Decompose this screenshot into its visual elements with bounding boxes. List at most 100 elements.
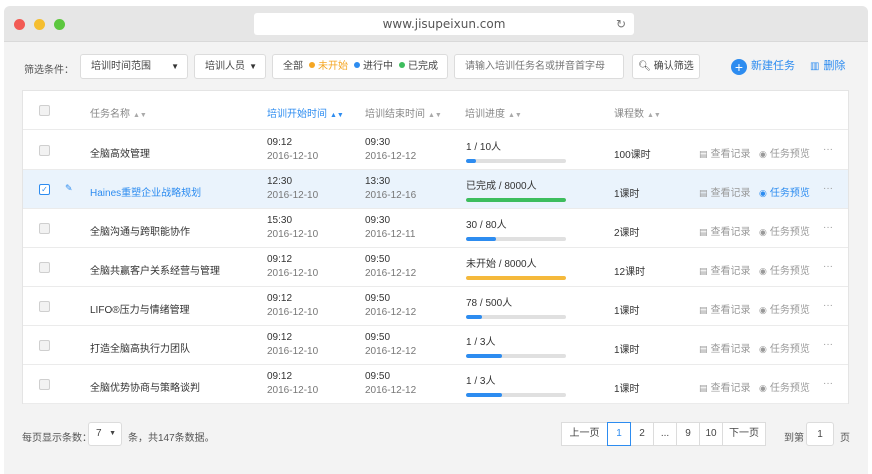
header-task-name[interactable]: 任务名称 ▲▼ [90, 105, 147, 120]
table-row[interactable]: 打造全脑高执行力团队 09:12 2016-12-10 09:50 2016-12-12… [23, 326, 848, 365]
view-records-label: 查看记录 [710, 344, 751, 355]
table-row[interactable]: 全脑共赢客户关系经营与管理 09:12 2016-12-10 09:50 2016-12… [23, 248, 848, 287]
task-preview-link[interactable]: ◉ 任务预览 [759, 223, 810, 238]
header-courses[interactable]: 课程数 ▲▼ [614, 105, 661, 120]
browser-titlebar: www.jisupeixun.com ↻ [4, 6, 868, 42]
view-records-link[interactable]: ▤ 查看记录 [699, 379, 751, 394]
prev-page-button[interactable]: 上一页 [561, 422, 608, 446]
select-all-checkbox[interactable] [39, 105, 50, 116]
task-preview-link[interactable]: ◉ 任务预览 [759, 145, 810, 160]
plus-icon: + [731, 59, 747, 75]
start-time-cell: 09:12 2016-12-10 [267, 293, 318, 318]
progress-text: 1 / 10人 [466, 142, 502, 153]
task-name[interactable]: 全脑共赢客户关系经营与管理 [90, 262, 220, 277]
row-checkbox[interactable] [39, 301, 50, 312]
view-records-label: 查看记录 [710, 227, 751, 238]
page-button-1[interactable]: 1 [607, 422, 631, 446]
more-actions-icon[interactable]: ··· [823, 378, 833, 389]
pagination-bar: 每页显示条数： 7 ▼ 条，共147条数据。 上一页 1 2... 9 10 下一页 到第… [4, 420, 868, 450]
task-preview-link[interactable]: ◉ 任务预览 [759, 262, 810, 277]
table-row[interactable]: 全脑高效管理 09:12 2016-12-10 09:30 2016-12-12 1 / … [23, 131, 848, 170]
header-start-time[interactable]: 培训开始时间 ▲▼ [267, 105, 344, 120]
status-not-started[interactable]: 未开始 [318, 61, 348, 72]
task-preview-link[interactable]: ◉ 任务预览 [759, 379, 810, 394]
minimize-window-button[interactable] [34, 19, 45, 30]
status-done[interactable]: 已完成 [408, 61, 438, 72]
course-count: 100课时 [614, 150, 651, 161]
task-name[interactable]: 打造全脑高执行力团队 [90, 340, 190, 355]
view-records-link[interactable]: ▤ 查看记录 [699, 301, 751, 316]
task-name[interactable]: 全脑优势协商与策略谈判 [90, 379, 200, 394]
view-records-link[interactable]: ▤ 查看记录 [699, 184, 751, 199]
delete-button[interactable]: ▥ 删除 [810, 56, 845, 76]
task-name[interactable]: 全脑沟通与跨职能协作 [90, 223, 190, 238]
end-time-cell: 09:30 2016-12-11 [365, 215, 415, 240]
progress-bar [466, 315, 566, 319]
more-actions-icon[interactable]: ··· [823, 222, 833, 233]
row-checkbox[interactable] [39, 340, 50, 351]
next-page-button[interactable]: 下一页 [722, 422, 766, 446]
page-button-2[interactable]: 2 [630, 422, 654, 446]
status-all[interactable]: 全部 [283, 61, 303, 72]
table-row[interactable]: ✓ ✎ Haines重塑企业战略规划 12:30 2016-12-10 13:30 2016… [23, 170, 848, 209]
trainer-select[interactable]: 培训人员 ▼ [194, 54, 266, 79]
task-preview-label: 任务预览 [769, 305, 810, 316]
close-window-button[interactable] [14, 19, 25, 30]
row-checkbox[interactable] [39, 145, 50, 156]
row-checkbox[interactable] [39, 379, 50, 390]
task-search-input[interactable] [454, 54, 624, 79]
more-actions-icon[interactable]: ··· [823, 183, 833, 194]
row-checkbox[interactable]: ✓ [39, 184, 50, 195]
header-end-time[interactable]: 培训结束时间 ▲▼ [365, 105, 442, 120]
view-records-label: 查看记录 [710, 383, 751, 394]
progress-cell: 78 / 500人 [466, 294, 566, 319]
more-actions-icon[interactable]: ··· [823, 261, 833, 272]
maximize-window-button[interactable] [54, 19, 65, 30]
task-preview-link[interactable]: ◉ 任务预览 [759, 340, 810, 355]
more-actions-icon[interactable]: ··· [823, 144, 833, 155]
page-ellipsis[interactable]: ... [653, 422, 677, 446]
course-count: 1课时 [614, 306, 640, 317]
time-range-select[interactable]: 培训时间范围 ▼ [80, 54, 188, 79]
filter-label: 筛选条件： [24, 65, 74, 76]
progress-cell: 1 / 10人 [466, 138, 566, 163]
view-records-link[interactable]: ▤ 查看记录 [699, 262, 751, 277]
new-task-button[interactable]: + 新建任务 [731, 56, 795, 76]
sort-icon: ▲▼ [330, 112, 344, 119]
table-row[interactable]: LIFO®压力与情绪管理 09:12 2016-12-10 09:50 2016-12-… [23, 287, 848, 326]
table-row[interactable]: 全脑沟通与跨职能协作 15:30 2016-12-10 09:30 2016-12-11… [23, 209, 848, 248]
header-progress[interactable]: 培训进度 ▲▼ [465, 105, 522, 120]
reload-icon[interactable]: ↻ [616, 13, 626, 35]
task-name[interactable]: LIFO®压力与情绪管理 [90, 301, 190, 316]
view-records-link[interactable]: ▤ 查看记录 [699, 340, 751, 355]
more-actions-icon[interactable]: ··· [823, 339, 833, 350]
eye-icon: ◉ [759, 188, 767, 198]
page-button-10[interactable]: 10 [699, 422, 723, 446]
more-actions-icon[interactable]: ··· [823, 300, 833, 311]
header-end-time-label: 培训结束时间 [365, 109, 425, 120]
table-row[interactable]: 全脑优势协商与策略谈判 09:12 2016-12-10 09:50 2016-12-1… [23, 365, 848, 404]
status-in-progress[interactable]: 进行中 [363, 61, 393, 72]
confirm-filter-button[interactable]: 🔍︎ 确认筛选 [632, 54, 700, 79]
header-task-name-label: 任务名称 [90, 109, 130, 120]
task-preview-link[interactable]: ◉ 任务预览 [759, 301, 810, 316]
per-page-select[interactable]: 7 ▼ [88, 422, 122, 446]
edit-pencil-icon[interactable]: ✎ [65, 183, 73, 194]
page-button-9[interactable]: 9 [676, 422, 700, 446]
eye-icon: ◉ [759, 266, 767, 276]
goto-page-input[interactable] [806, 422, 834, 446]
time-range-value: 培训时间范围 [91, 61, 151, 72]
row-checkbox[interactable] [39, 223, 50, 234]
view-records-link[interactable]: ▤ 查看记录 [699, 223, 751, 238]
task-table: 任务名称 ▲▼ 培训开始时间 ▲▼ 培训结束时间 ▲▼ 培训进度 ▲▼ 课程数 ▲▼ 全脑… [22, 90, 849, 404]
task-name[interactable]: Haines重塑企业战略规划 [90, 184, 201, 199]
progress-cell: 1 / 3人 [466, 333, 566, 358]
done-dot-icon [399, 62, 405, 68]
task-preview-link[interactable]: ◉ 任务预览 [759, 184, 810, 199]
start-time: 12:30 [267, 176, 293, 187]
task-name[interactable]: 全脑高效管理 [90, 145, 150, 160]
row-checkbox[interactable] [39, 262, 50, 273]
view-records-link[interactable]: ▤ 查看记录 [699, 145, 751, 160]
address-bar[interactable]: www.jisupeixun.com ↻ [254, 13, 634, 35]
end-time-cell: 09:50 2016-12-12 [365, 332, 416, 357]
